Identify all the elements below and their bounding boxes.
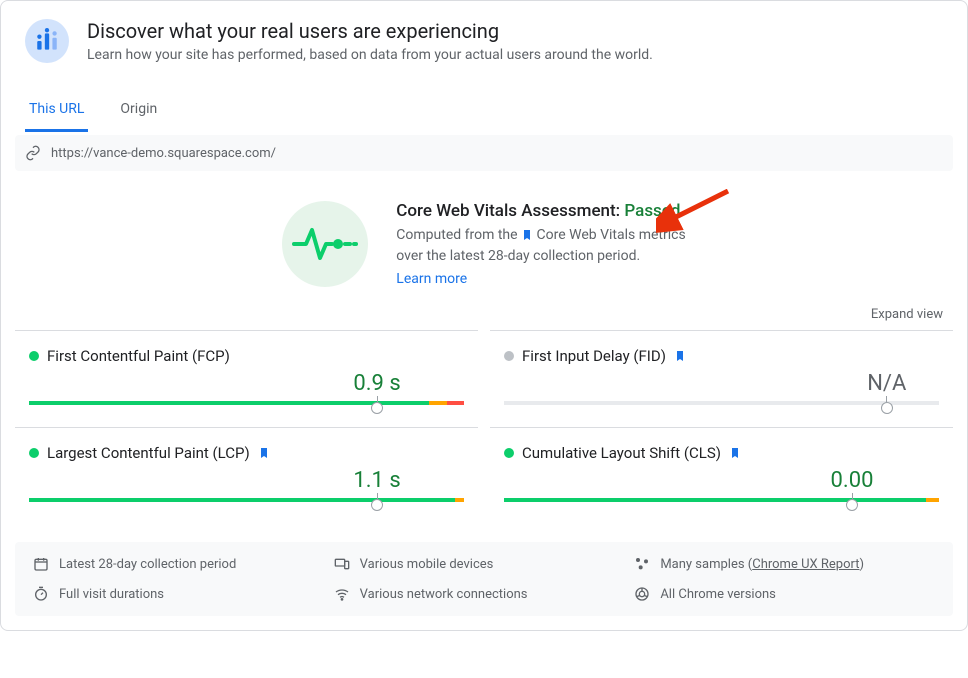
assessment-texts: Core Web Vitals Assessment: Passed Compu… <box>396 201 685 287</box>
footer-text: Many samples (Chrome UX Report) <box>660 557 864 572</box>
bar-segment <box>447 401 464 405</box>
assessment-desc-prefix: Computed from the <box>396 227 521 243</box>
metric-name: First Contentful Paint (FCP) <box>47 347 230 365</box>
header-title: Discover what your real users are experi… <box>87 19 653 43</box>
learn-more-link[interactable]: Learn more <box>396 271 467 287</box>
metric-value: 0.9 s <box>353 371 400 396</box>
core-vital-bookmark-icon <box>258 447 270 459</box>
tabs: This URL Origin <box>1 91 967 133</box>
footer-link[interactable]: Chrome UX Report <box>752 557 859 572</box>
bar-segment <box>504 401 939 405</box>
metric-value: N/A <box>867 371 906 396</box>
distribution-bar <box>29 401 464 407</box>
url-text: https://vance-demo.squarespace.com/ <box>51 146 276 161</box>
crux-logo-icon <box>25 19 69 63</box>
footer-text: Various network connections <box>360 587 528 602</box>
bar-segment <box>504 498 926 502</box>
samples-icon <box>634 556 650 572</box>
metric-name: Largest Contentful Paint (LCP) <box>47 444 250 462</box>
metric-title: First Input Delay (FID) <box>504 347 939 365</box>
metrics-grid: First Contentful Paint (FCP) 0.9 s First I… <box>1 330 967 524</box>
footer-item: Latest 28-day collection period <box>33 556 334 572</box>
percentile-marker-icon <box>371 493 383 511</box>
footer-item: Full visit durations <box>33 586 334 602</box>
link-icon <box>25 145 41 161</box>
header-subtitle: Learn how your site has performed, based… <box>87 47 653 63</box>
distribution-bar <box>504 401 939 407</box>
footer: Latest 28-day collection period Various m… <box>15 542 953 616</box>
assessment-desc: Computed from the Core Web Vitals metric… <box>396 225 685 267</box>
metric-title: Cumulative Layout Shift (CLS) <box>504 444 939 462</box>
metric-name: First Input Delay (FID) <box>522 347 666 365</box>
status-dot-icon <box>504 351 514 361</box>
calendar-icon <box>33 556 49 572</box>
expand-view-button[interactable]: Expand view <box>1 307 967 330</box>
metric-title: First Contentful Paint (FCP) <box>29 347 464 365</box>
header-texts: Discover what your real users are experi… <box>87 19 653 63</box>
pulse-icon <box>282 201 368 287</box>
bar-segment <box>455 498 464 502</box>
percentile-marker-icon <box>371 396 383 414</box>
percentile-marker-icon <box>881 396 893 414</box>
bar-segment <box>29 401 429 405</box>
distribution-bar <box>29 498 464 504</box>
metric-value-row: 1.1 s <box>29 468 464 496</box>
chrome-icon <box>634 586 650 602</box>
status-dot-icon <box>504 448 514 458</box>
assessment-title: Core Web Vitals Assessment: Passed <box>396 201 685 221</box>
metric-value: 0.00 <box>831 468 874 493</box>
footer-item: All Chrome versions <box>634 586 935 602</box>
metric-card[interactable]: Largest Contentful Paint (LCP) 1.1 s <box>15 427 478 524</box>
assessment-desc-line2: over the latest 28-day collection period… <box>396 248 640 264</box>
footer-text: Latest 28-day collection period <box>59 557 236 572</box>
assessment-label: Core Web Vitals Assessment: <box>396 201 624 221</box>
metric-title: Largest Contentful Paint (LCP) <box>29 444 464 462</box>
metric-value: 1.1 s <box>353 468 400 493</box>
url-row: https://vance-demo.squarespace.com/ <box>15 135 953 171</box>
core-vital-bookmark-icon <box>674 350 686 362</box>
metric-value-row: 0.9 s <box>29 371 464 399</box>
percentile-marker-icon <box>846 493 858 511</box>
tab-origin[interactable]: Origin <box>116 91 161 132</box>
assessment-desc-suffix: Core Web Vitals metrics <box>537 227 686 243</box>
bar-segment <box>429 401 446 405</box>
assessment-inner: Core Web Vitals Assessment: Passed Compu… <box>282 201 685 287</box>
bar-segment <box>29 498 455 502</box>
field-data-card: Discover what your real users are experi… <box>0 0 968 631</box>
metric-card[interactable]: Cumulative Layout Shift (CLS) 0.00 <box>490 427 953 524</box>
footer-text: All Chrome versions <box>660 587 776 602</box>
metric-card[interactable]: First Contentful Paint (FCP) 0.9 s <box>15 330 478 427</box>
distribution-bar <box>504 498 939 504</box>
tab-this-url[interactable]: This URL <box>25 91 88 132</box>
footer-item: Various mobile devices <box>334 556 635 572</box>
metric-name: Cumulative Layout Shift (CLS) <box>522 444 721 462</box>
core-vital-bookmark-icon <box>729 447 741 459</box>
status-dot-icon <box>29 351 39 361</box>
footer-text: Various mobile devices <box>360 557 494 572</box>
metric-card[interactable]: First Input Delay (FID) N/A <box>490 330 953 427</box>
metric-value-row: 0.00 <box>504 468 939 496</box>
metric-value-row: N/A <box>504 371 939 399</box>
status-dot-icon <box>29 448 39 458</box>
header: Discover what your real users are experi… <box>1 1 967 71</box>
devices-icon <box>334 556 350 572</box>
assessment-status: Passed <box>624 201 680 221</box>
footer-text: Full visit durations <box>59 587 164 602</box>
bar-segment <box>926 498 939 502</box>
assessment-section: Core Web Vitals Assessment: Passed Compu… <box>1 171 967 307</box>
bookmark-icon <box>521 229 533 241</box>
wifi-icon <box>334 586 350 602</box>
footer-item: Many samples (Chrome UX Report) <box>634 556 935 572</box>
timer-icon <box>33 586 49 602</box>
footer-item: Various network connections <box>334 586 635 602</box>
